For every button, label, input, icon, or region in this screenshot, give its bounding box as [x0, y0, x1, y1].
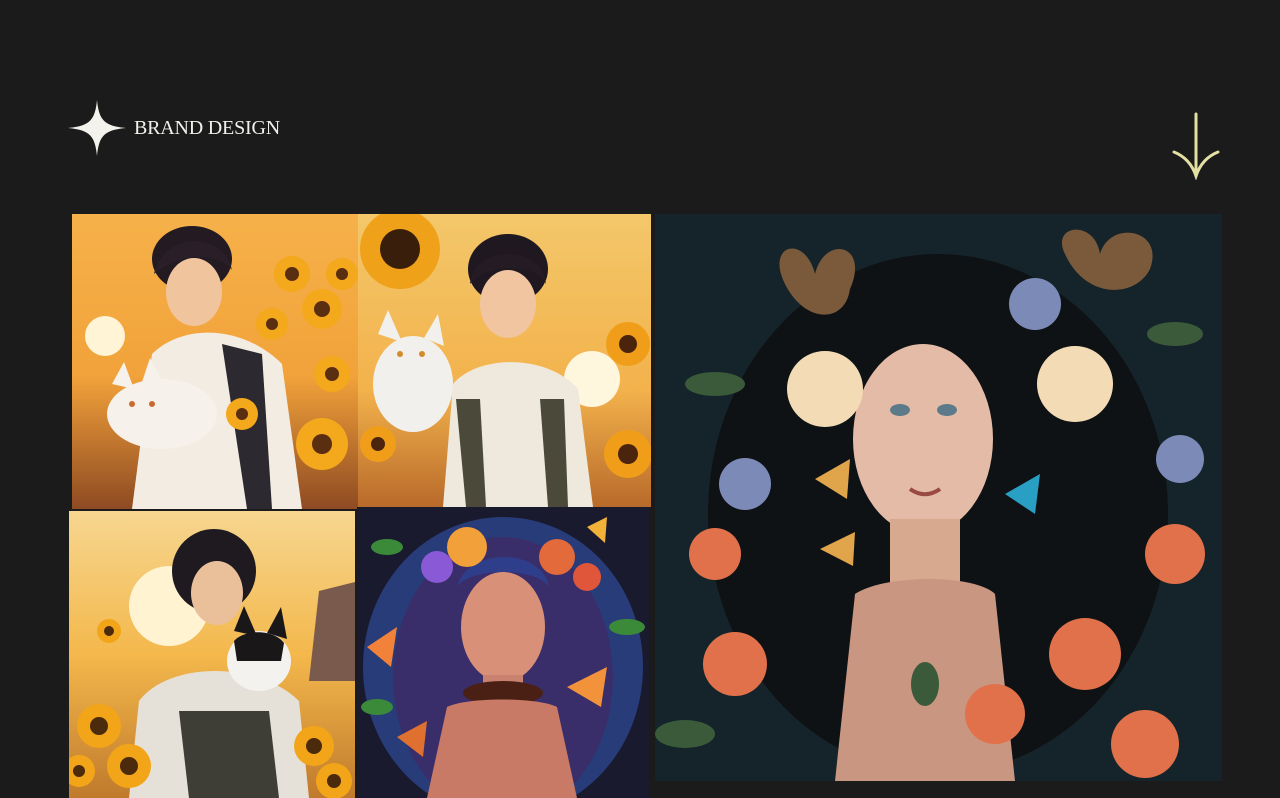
gallery-image-girl-cat-sunflowers[interactable]: [358, 214, 651, 507]
sparkle-star-icon: [68, 100, 126, 156]
brand-header: BRAND DESIGN: [68, 100, 280, 156]
gallery-image-girl-kitten-sunflowers[interactable]: [69, 511, 355, 798]
brand-title: BRAND DESIGN: [134, 116, 280, 139]
gallery-image-girl-dark-hair-butterflies[interactable]: [655, 214, 1222, 781]
gallery-image-boy-cat-sunflowers[interactable]: [72, 214, 359, 509]
gallery-image-girl-blue-hair-flowers[interactable]: [357, 507, 649, 798]
arrow-down-icon[interactable]: [1170, 112, 1222, 180]
